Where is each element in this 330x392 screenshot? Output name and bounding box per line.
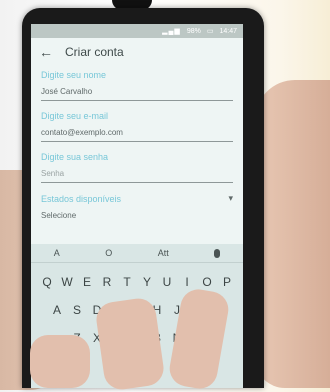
key[interactable]: E [79, 273, 95, 291]
email-label: Digite seu e-mail [41, 111, 109, 121]
suggestion-bar: A O Att [31, 244, 243, 263]
right-hand [255, 80, 330, 388]
key[interactable]: T [119, 273, 135, 291]
email-field: Digite seu e-mail contato@exemplo.com [41, 111, 233, 142]
suggestion-1[interactable]: A [54, 248, 60, 258]
chevron-down-icon[interactable]: ▾ [228, 193, 233, 204]
name-input[interactable]: José Carvalho [41, 86, 233, 101]
key[interactable]: R [99, 273, 115, 291]
battery-icon: ▭ [206, 28, 214, 35]
states-select[interactable]: Selecione [41, 210, 233, 224]
battery-level: 98% [186, 27, 201, 35]
key[interactable]: Q [39, 273, 55, 291]
key[interactable]: U [159, 273, 175, 291]
name-field: Digite seu nome José Carvalho [41, 70, 233, 101]
password-field: Digite sua senha Senha [41, 152, 233, 183]
key[interactable]: O [199, 273, 215, 291]
mic-icon[interactable] [214, 248, 221, 258]
suggestion-3[interactable]: Att [158, 248, 169, 258]
key[interactable]: Y [139, 273, 155, 291]
finger-left [30, 335, 90, 388]
name-label: Digite seu nome [41, 70, 107, 80]
signup-form: Digite seu nome José Carvalho Digite seu… [31, 66, 243, 238]
key[interactable]: S [69, 301, 85, 319]
arrow-left-icon[interactable]: ← [39, 44, 53, 60]
page-title: Criar conta [65, 45, 124, 59]
password-input[interactable]: Senha [41, 168, 233, 183]
key[interactable]: P [219, 273, 235, 291]
key[interactable]: A [49, 301, 65, 319]
key[interactable]: I [179, 273, 195, 291]
app-bar: ← Criar conta [31, 38, 243, 66]
states-label: Estados disponíveis [41, 193, 122, 204]
status-bar: ▂▄▆ 98% ▭ 14:47 [31, 24, 243, 38]
finger-index [94, 296, 166, 392]
suggestion-2[interactable]: O [105, 248, 112, 258]
states-field: Estados disponíveis ▾ Selecione [41, 193, 233, 224]
clock: 14:47 [219, 27, 237, 35]
password-label: Digite sua senha [41, 152, 109, 162]
states-select-label-row: Estados disponíveis ▾ [41, 193, 233, 204]
signal-icon: ▂▄▆ [162, 28, 181, 35]
keyboard-row-1: Q W E R T Y U I O P [31, 273, 243, 291]
email-input[interactable]: contato@exemplo.com [41, 127, 233, 142]
key[interactable]: W [59, 273, 75, 291]
